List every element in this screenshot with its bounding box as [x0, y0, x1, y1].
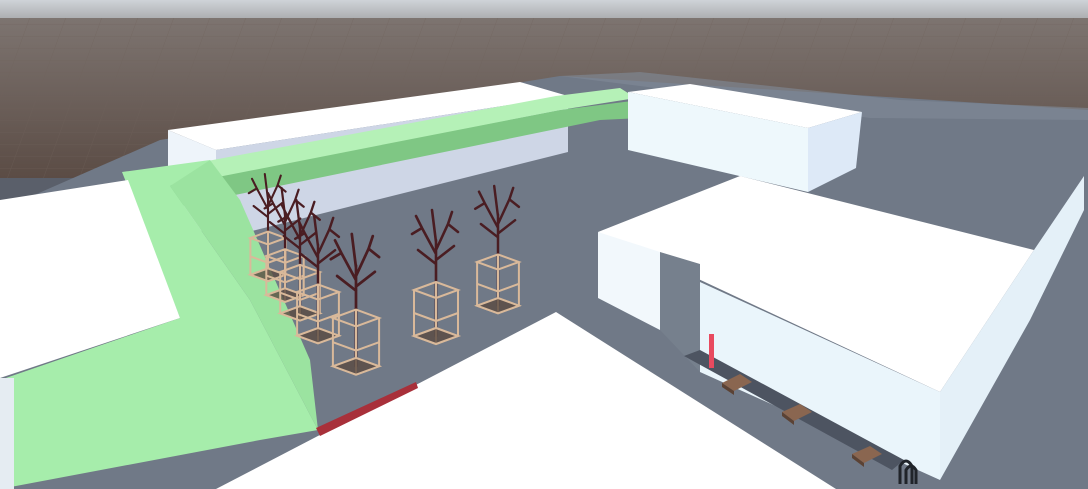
game-viewport[interactable] [0, 0, 1088, 489]
red-marker-post [709, 334, 714, 368]
building-left-edge [0, 378, 14, 489]
